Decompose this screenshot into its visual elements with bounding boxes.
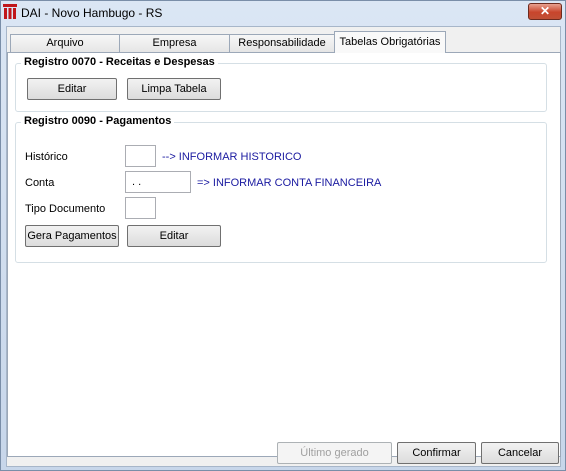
conta-field[interactable]: . . [125,171,191,193]
ultimo-gerado-button[interactable]: Último gerado [277,442,392,464]
title-bar: DAI - Novo Hambugo - RS ✕ [1,1,565,25]
conta-hint: => INFORMAR CONTA FINANCEIRA [197,177,382,189]
group-registro-0070: Registro 0070 - Receitas e Despesas Edit… [15,56,547,112]
tipo-documento-label: Tipo Documento [25,203,106,215]
clear-table-button[interactable]: Limpa Tabela [127,78,221,100]
tab-tabelas-obrigatorias[interactable]: Tabelas Obrigatórias [334,31,446,53]
tab-arquivo[interactable]: Arquivo [10,34,120,53]
tipo-documento-field[interactable] [125,197,156,219]
client-area: Arquivo Empresa Responsabilidade Tabelas… [6,26,561,467]
tab-responsabilidade[interactable]: Responsabilidade [229,34,335,53]
dialog-window: DAI - Novo Hambugo - RS ✕ Arquivo Empres… [0,0,566,471]
gera-pagamentos-button[interactable]: Gera Pagamentos [25,225,119,247]
close-button[interactable]: ✕ [528,3,562,20]
tab-strip: Arquivo Empresa Responsabilidade Tabelas… [7,31,562,53]
tab-empresa[interactable]: Empresa [119,34,230,53]
historico-label: Histórico [25,151,68,163]
edit-0090-button[interactable]: Editar [127,225,221,247]
app-logo-icon [3,4,17,19]
confirm-button[interactable]: Confirmar [397,442,476,464]
close-icon: ✕ [539,4,551,18]
tab-panel-tabelas: Registro 0070 - Receitas e Despesas Edit… [7,52,561,457]
group-0070-legend: Registro 0070 - Receitas e Despesas [21,56,218,68]
window-title: DAI - Novo Hambugo - RS [21,6,163,20]
group-0090-legend: Registro 0090 - Pagamentos [21,115,175,127]
conta-label: Conta [25,177,55,189]
cancel-button[interactable]: Cancelar [481,442,559,464]
edit-0070-button[interactable]: Editar [27,78,117,100]
historico-hint: --> INFORMAR HISTORICO [162,151,302,163]
historico-field[interactable] [125,145,156,167]
group-registro-0090: Registro 0090 - Pagamentos Histórico -->… [15,115,547,263]
